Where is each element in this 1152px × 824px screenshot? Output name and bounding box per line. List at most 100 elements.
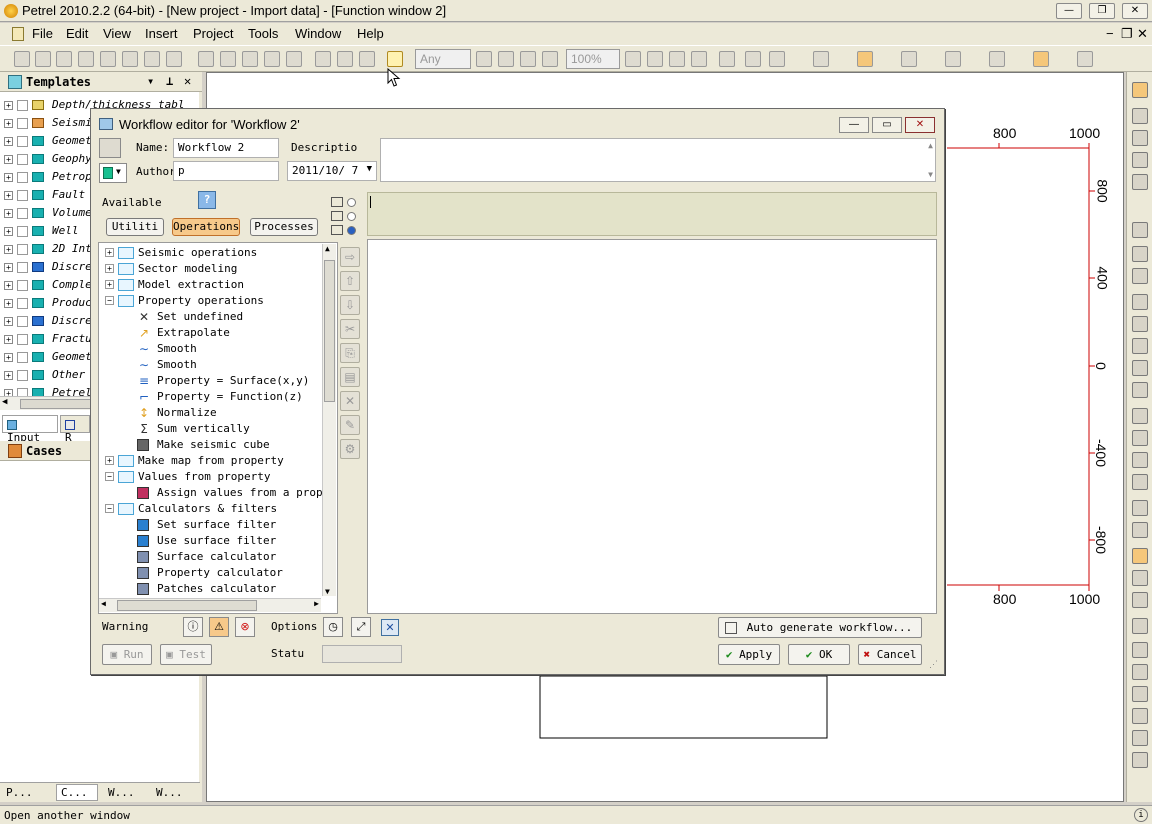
tab-utilities[interactable]: Utiliti bbox=[106, 218, 164, 236]
mdi-restore-icon[interactable]: ❐ bbox=[1121, 26, 1133, 42]
paste-icon[interactable] bbox=[242, 51, 258, 67]
dialog-minimize-button[interactable]: — bbox=[839, 117, 869, 133]
ok-button[interactable]: ✔ OK bbox=[788, 644, 850, 665]
status-info-icon[interactable]: i bbox=[1134, 808, 1148, 822]
delete-icon[interactable]: ✕ bbox=[340, 391, 360, 411]
results-tab[interactable]: R bbox=[60, 415, 90, 444]
log-icon[interactable] bbox=[1132, 522, 1148, 538]
tool-icon[interactable] bbox=[1132, 592, 1148, 608]
table-icon[interactable] bbox=[901, 51, 917, 67]
fit-width-icon[interactable] bbox=[647, 51, 663, 67]
operation-item[interactable]: Assign values from a proper bbox=[99, 485, 336, 501]
bottom-tab-p[interactable]: P... bbox=[6, 786, 33, 799]
fit-icon[interactable] bbox=[1132, 316, 1148, 332]
workflow-editor-area[interactable] bbox=[367, 239, 937, 614]
tool-icon[interactable] bbox=[1132, 268, 1148, 284]
any-select[interactable]: Any bbox=[415, 49, 471, 69]
menu-help[interactable]: Help bbox=[357, 26, 384, 41]
operations-hscrollbar[interactable]: ◀ ▶ bbox=[99, 598, 321, 612]
tool-icon[interactable] bbox=[1132, 246, 1148, 262]
operation-item[interactable]: Patches calculator bbox=[99, 581, 331, 597]
operation-item[interactable]: ∼ Smooth bbox=[99, 341, 331, 357]
curve-icon[interactable] bbox=[1132, 708, 1148, 724]
move-down-icon[interactable]: ⇩ bbox=[340, 295, 360, 315]
percent-icon[interactable] bbox=[625, 51, 641, 67]
operation-item[interactable]: Surface calculator bbox=[99, 549, 331, 565]
tool-b-icon[interactable] bbox=[337, 51, 353, 67]
curve-icon[interactable] bbox=[1132, 730, 1148, 746]
operation-item[interactable]: ↗ Extrapolate bbox=[99, 325, 331, 341]
cancel-button[interactable]: ✖ Cancel bbox=[858, 644, 922, 665]
import-icon[interactable] bbox=[78, 51, 94, 67]
workflow-type-icon[interactable] bbox=[99, 138, 121, 158]
error-icon[interactable]: ⊗ bbox=[235, 617, 255, 637]
tab-processes[interactable]: Processes bbox=[250, 218, 318, 236]
scale-icon[interactable] bbox=[1132, 474, 1148, 490]
pan-hand-icon[interactable] bbox=[1132, 82, 1148, 98]
input-tab[interactable]: Input bbox=[2, 415, 58, 444]
new-icon[interactable] bbox=[14, 51, 30, 67]
menu-edit[interactable]: Edit bbox=[66, 26, 88, 41]
operation-folder[interactable]: − Calculators & filters bbox=[99, 501, 331, 517]
color-grid-icon[interactable] bbox=[1132, 548, 1148, 564]
tool-icon[interactable] bbox=[1132, 752, 1148, 768]
line-icon[interactable] bbox=[1132, 642, 1148, 658]
menu-project[interactable]: Project bbox=[193, 26, 233, 41]
line-icon[interactable] bbox=[1132, 664, 1148, 680]
operation-item[interactable]: Σ Sum vertically bbox=[99, 421, 331, 437]
edit-icon[interactable] bbox=[476, 51, 492, 67]
scale-icon[interactable] bbox=[1132, 430, 1148, 446]
close-panel-icon[interactable]: ✕ bbox=[184, 74, 191, 88]
window-icon[interactable] bbox=[498, 51, 514, 67]
dropdown-icon[interactable]: ▾ bbox=[147, 74, 154, 88]
scale-icon[interactable] bbox=[1132, 382, 1148, 398]
warning-icon[interactable]: ⚠ bbox=[209, 617, 229, 637]
info-icon[interactable]: ⓘ bbox=[183, 617, 203, 637]
pin-icon[interactable]: ⊥ bbox=[166, 74, 173, 88]
operations-vscrollbar[interactable]: ▲ ▼ bbox=[322, 244, 336, 596]
close-button[interactable]: ✕ bbox=[1122, 3, 1148, 19]
author-field[interactable]: p bbox=[173, 161, 279, 181]
layout-icon[interactable] bbox=[1033, 51, 1049, 67]
dialog-close-button[interactable]: ✕ bbox=[905, 117, 935, 133]
scale-icon[interactable] bbox=[1132, 408, 1148, 424]
image-icon[interactable] bbox=[542, 51, 558, 67]
move-up-icon[interactable]: ⇧ bbox=[340, 271, 360, 291]
save-icon[interactable] bbox=[100, 51, 116, 67]
find-icon[interactable] bbox=[286, 51, 302, 67]
color-bar-icon[interactable] bbox=[813, 51, 829, 67]
copy-icon[interactable] bbox=[220, 51, 236, 67]
resize-grip-icon[interactable]: ⋰ bbox=[929, 660, 941, 672]
open-icon[interactable] bbox=[35, 51, 51, 67]
collapse-icon[interactable]: − bbox=[105, 504, 114, 513]
tile-icon[interactable] bbox=[520, 51, 536, 67]
description-field[interactable]: ▲ ▼ bbox=[380, 138, 936, 182]
dialog-maximize-button[interactable]: ▭ bbox=[872, 117, 902, 133]
spell-icon[interactable] bbox=[1077, 51, 1093, 67]
run-button[interactable]: ▣ Run bbox=[102, 644, 152, 665]
mdi-minimize-icon[interactable]: − bbox=[1106, 26, 1114, 41]
cut-icon[interactable]: ✂ bbox=[340, 319, 360, 339]
template-item[interactable]: + Volume bbox=[4, 206, 92, 224]
menu-view[interactable]: View bbox=[103, 26, 131, 41]
test-button[interactable]: ▣ Test bbox=[160, 644, 212, 665]
highlight-icon[interactable] bbox=[745, 51, 761, 67]
options-close-icon[interactable]: ✕ bbox=[381, 619, 399, 636]
insert-arrow-icon[interactable]: ⇨ bbox=[340, 247, 360, 267]
operation-item[interactable]: Use surface filter bbox=[99, 533, 331, 549]
delete-x-icon[interactable] bbox=[1132, 686, 1148, 702]
operation-folder[interactable]: + Model extraction bbox=[99, 277, 331, 293]
open-multi-icon[interactable] bbox=[56, 51, 72, 67]
template-item[interactable]: + Geophys bbox=[4, 152, 98, 170]
operations-tree[interactable]: + Seismic operations + Sector modeling + Mode… bbox=[98, 242, 338, 614]
operation-item[interactable]: ↕ Normalize bbox=[99, 405, 331, 421]
operation-item[interactable]: Property calculator bbox=[99, 565, 331, 581]
menu-file[interactable]: File bbox=[32, 26, 53, 41]
auto-generate-button[interactable]: Auto generate workflow... bbox=[718, 617, 922, 638]
collapse-icon[interactable]: − bbox=[105, 472, 114, 481]
tool-c-icon[interactable] bbox=[359, 51, 375, 67]
save-as-icon[interactable] bbox=[122, 51, 138, 67]
options-expand-icon[interactable]: ⤢ bbox=[351, 617, 371, 637]
tool-icon[interactable] bbox=[1132, 222, 1148, 238]
template-item[interactable]: + Seismic bbox=[4, 116, 98, 134]
